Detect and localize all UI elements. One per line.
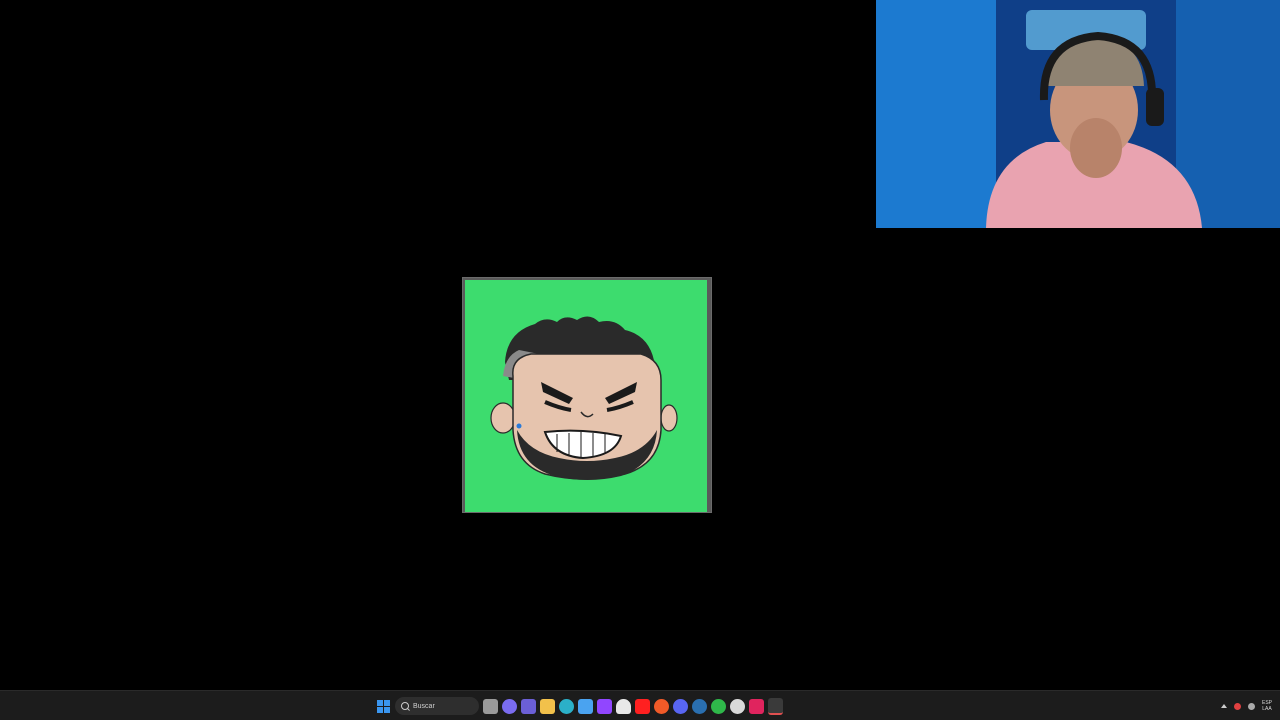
image-viewer-window[interactable] [462, 277, 712, 513]
file-explorer-icon[interactable] [540, 698, 555, 714]
cartoon-avatar-image [465, 280, 707, 512]
youtube-icon[interactable] [635, 698, 650, 714]
microphone-icon[interactable] [1247, 702, 1255, 710]
desktop-background [0, 0, 1280, 690]
chrome-icon[interactable] [730, 698, 745, 714]
search-icon [401, 702, 409, 710]
store-icon[interactable] [578, 698, 593, 714]
teams-icon[interactable] [521, 698, 536, 714]
windows-start-icon[interactable] [376, 699, 391, 714]
language-indicator[interactable]: ESP LAA [1262, 700, 1272, 712]
ghost-app-icon[interactable] [616, 698, 631, 714]
task-view-icon[interactable] [483, 698, 498, 714]
search-placeholder: Buscar [413, 702, 435, 710]
discord-icon[interactable] [673, 698, 688, 714]
steam-icon[interactable] [692, 698, 707, 714]
taskbar-center: Buscar [376, 695, 783, 717]
show-hidden-icons-icon[interactable] [1220, 704, 1227, 708]
search-input[interactable]: Buscar [395, 697, 479, 715]
system-tray: ESP LAA [1220, 695, 1272, 717]
taskbar: Buscar ESP LAA [0, 690, 1280, 720]
tiktok-icon[interactable] [749, 698, 764, 714]
obs-active-icon[interactable] [768, 697, 783, 715]
copilot-icon[interactable] [502, 698, 517, 714]
language-line2: LAA [1262, 706, 1272, 712]
xbox-icon[interactable] [711, 698, 726, 714]
twitch-icon[interactable] [597, 698, 612, 714]
webcam-overlay [876, 0, 1280, 228]
tray-app-icon[interactable] [1233, 702, 1241, 710]
edge-icon[interactable] [559, 698, 574, 714]
brave-icon[interactable] [654, 698, 669, 714]
